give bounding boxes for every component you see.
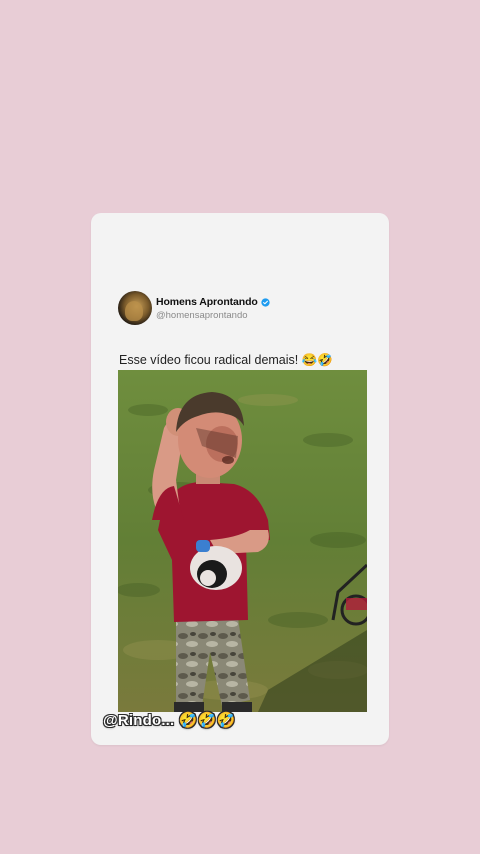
display-name[interactable]: Homens Aprontando <box>156 296 258 308</box>
tweet-header: Homens Aprontando @homensaprontando <box>118 291 270 325</box>
tweet-caption: Esse vídeo ficou radical demais! 😂🤣 <box>119 353 333 367</box>
video-scene <box>118 370 367 712</box>
tweet-card[interactable]: Homens Aprontando @homensaprontando Esse… <box>91 213 389 745</box>
user-handle[interactable]: @homensaprontando <box>156 310 270 321</box>
user-info: Homens Aprontando @homensaprontando <box>156 295 270 321</box>
avatar[interactable] <box>118 291 152 325</box>
name-row: Homens Aprontando <box>156 295 270 309</box>
verified-badge-icon <box>261 297 270 307</box>
overlay-caption: @Rindo... 🤣🤣🤣 <box>103 712 236 729</box>
video-frame[interactable] <box>118 370 367 712</box>
story-page: Homens Aprontando @homensaprontando Esse… <box>0 0 480 854</box>
